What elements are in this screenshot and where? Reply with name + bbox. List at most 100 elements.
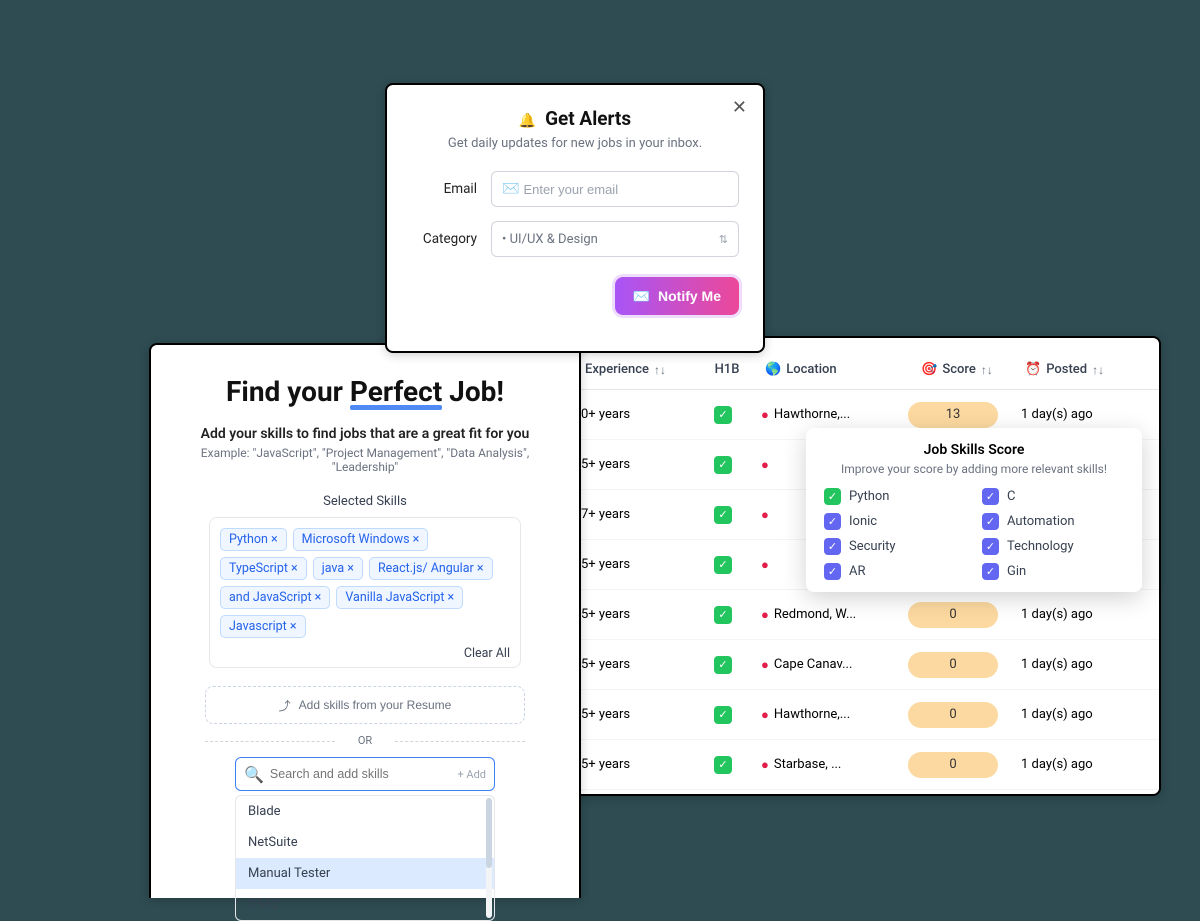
target-icon: 🎯 bbox=[921, 362, 937, 377]
cell-experience: 5+ years bbox=[573, 657, 693, 672]
col-score[interactable]: 🎯 Score ↑↓ bbox=[897, 362, 1017, 377]
skill-checkbox-item[interactable]: ✓Technology bbox=[982, 538, 1124, 555]
checkbox-icon: ✓ bbox=[824, 563, 841, 580]
cell-location: ●Cape Canav... bbox=[753, 657, 893, 673]
check-icon: ✓ bbox=[714, 406, 732, 424]
pin-icon: ● bbox=[761, 657, 769, 673]
skill-dropdown: BladeNetSuiteManual TesterCSS2 bbox=[235, 795, 495, 921]
close-icon[interactable]: ✕ bbox=[732, 97, 747, 118]
highlighted-word: Perfect bbox=[350, 375, 442, 408]
skill-checkbox-item[interactable]: ✓Gin bbox=[982, 563, 1124, 580]
panel-headline: Find your Perfect Job! bbox=[181, 375, 549, 408]
pin-icon: ● bbox=[761, 557, 769, 573]
popover-title: Job Skills Score bbox=[824, 442, 1124, 458]
check-icon: ✓ bbox=[714, 706, 732, 724]
cell-h1b: ✓ bbox=[693, 506, 753, 524]
checkbox-icon: ✓ bbox=[824, 538, 841, 555]
get-alerts-modal: ✕ 🔔 Get Alerts Get daily updates for new… bbox=[385, 83, 765, 353]
cell-posted: 1 day(s) ago bbox=[1013, 607, 1143, 622]
checkbox-icon: ✓ bbox=[982, 538, 999, 555]
category-label: Category bbox=[411, 231, 491, 247]
skill-chip[interactable]: and JavaScript × bbox=[220, 586, 330, 609]
cell-posted: 1 day(s) ago bbox=[1013, 407, 1143, 422]
cell-h1b: ✓ bbox=[693, 456, 753, 474]
skill-checkbox-item[interactable]: ✓Automation bbox=[982, 513, 1124, 530]
skill-checkbox-item[interactable]: ✓AR bbox=[824, 563, 966, 580]
skill-checkbox-item[interactable]: ✓Security bbox=[824, 538, 966, 555]
cell-experience: 5+ years bbox=[573, 557, 693, 572]
cell-experience: 5+ years bbox=[573, 707, 693, 722]
skill-chip[interactable]: Microsoft Windows × bbox=[293, 528, 429, 551]
chevrons-icon: ⇅ bbox=[719, 233, 728, 246]
sort-icon: ↑↓ bbox=[981, 363, 993, 377]
table-row[interactable]: 5+ years✓●Starbase, ...01 day(s) ago bbox=[573, 740, 1159, 790]
cell-score: 0 bbox=[893, 602, 1013, 628]
cell-experience: 5+ years bbox=[573, 757, 693, 772]
cell-location: ●Starbase, ... bbox=[753, 757, 893, 773]
skill-chip[interactable]: java × bbox=[313, 557, 363, 580]
col-posted[interactable]: ⏰ Posted ↑↓ bbox=[1017, 362, 1147, 377]
email-field[interactable]: ✉️ bbox=[491, 171, 739, 207]
pin-icon: ● bbox=[761, 707, 769, 723]
dropdown-item[interactable]: Manual Tester bbox=[236, 858, 494, 889]
category-select[interactable]: • UI/UX & Design ⇅ bbox=[491, 221, 739, 257]
skill-search[interactable]: 🔍 + Add bbox=[235, 757, 495, 791]
cell-h1b: ✓ bbox=[693, 556, 753, 574]
score-pill: 0 bbox=[908, 652, 998, 678]
skill-chip[interactable]: Vanilla JavaScript × bbox=[336, 586, 463, 609]
cell-h1b: ✓ bbox=[693, 406, 753, 424]
mail-icon: ✉️ bbox=[502, 181, 519, 197]
globe-icon: 🌎 bbox=[765, 362, 781, 377]
skill-search-input[interactable] bbox=[270, 767, 458, 781]
or-separator: OR bbox=[205, 734, 525, 747]
col-location[interactable]: 🌎 Location bbox=[757, 362, 897, 377]
checkbox-icon: ✓ bbox=[824, 513, 841, 530]
dropdown-item[interactable]: Blade bbox=[236, 796, 494, 827]
checkbox-icon: ✓ bbox=[824, 488, 841, 505]
dropdown-item[interactable]: CSS2 bbox=[236, 889, 494, 920]
checkbox-icon: ✓ bbox=[982, 488, 999, 505]
skill-checkbox-item[interactable]: ✓Python bbox=[824, 488, 966, 505]
check-icon: ✓ bbox=[714, 506, 732, 524]
bell-icon: 🔔 bbox=[519, 113, 536, 129]
popover-subtitle: Improve your score by adding more releva… bbox=[824, 462, 1124, 476]
panel-example: Example: "JavaScript", "Project Manageme… bbox=[181, 446, 549, 474]
cell-posted: 1 day(s) ago bbox=[1013, 707, 1143, 722]
table-row[interactable]: 5+ years✓●Hawthorne,...01 day(s) ago bbox=[573, 690, 1159, 740]
skill-checkbox-item[interactable]: ✓Ionic bbox=[824, 513, 966, 530]
alerts-title: 🔔 Get Alerts bbox=[411, 107, 739, 130]
panel-subtitle: Add your skills to find jobs that are a … bbox=[181, 426, 549, 442]
score-pill: 0 bbox=[908, 752, 998, 778]
pin-icon: ● bbox=[761, 457, 769, 473]
find-job-panel: Find your Perfect Job! Add your skills t… bbox=[149, 343, 581, 898]
skill-checkbox-item[interactable]: ✓C bbox=[982, 488, 1124, 505]
skill-chip[interactable]: React.js/ Angular × bbox=[369, 557, 493, 580]
cell-experience: 5+ years bbox=[573, 607, 693, 622]
table-row[interactable]: 5+ years✓●Redmond, W...01 day(s) ago bbox=[573, 590, 1159, 640]
table-row[interactable]: 5+ years✓●Cape Canav...01 day(s) ago bbox=[573, 640, 1159, 690]
col-experience[interactable]: Experience ↑↓ bbox=[577, 362, 697, 377]
cell-posted: 1 day(s) ago bbox=[1013, 757, 1143, 772]
notify-button[interactable]: ✉️ Notify Me bbox=[615, 277, 739, 315]
check-icon: ✓ bbox=[714, 556, 732, 574]
col-h1b[interactable]: H1B bbox=[697, 362, 757, 377]
clock-icon: ⏰ bbox=[1025, 362, 1041, 377]
pin-icon: ● bbox=[761, 507, 769, 523]
add-button[interactable]: + Add bbox=[457, 768, 486, 781]
skill-chip[interactable]: Python × bbox=[220, 528, 287, 551]
skill-chip[interactable]: Javascript × bbox=[220, 615, 306, 638]
pin-icon: ● bbox=[761, 407, 769, 423]
skill-chip[interactable]: TypeScript × bbox=[220, 557, 307, 580]
check-icon: ✓ bbox=[714, 656, 732, 674]
email-input[interactable] bbox=[523, 182, 728, 197]
cell-score: 0 bbox=[893, 702, 1013, 728]
dropdown-item[interactable]: NetSuite bbox=[236, 827, 494, 858]
scrollbar[interactable] bbox=[486, 798, 492, 918]
alerts-subtitle: Get daily updates for new jobs in your i… bbox=[411, 136, 739, 151]
clear-all-button[interactable]: Clear All bbox=[220, 646, 510, 661]
cell-h1b: ✓ bbox=[693, 706, 753, 724]
selected-skills-label: Selected Skills bbox=[181, 494, 549, 509]
add-from-resume-button[interactable]: ⤴ Add skills from your Resume bbox=[205, 686, 525, 724]
mail-icon: ✉️ bbox=[633, 288, 650, 304]
search-icon: 🔍 bbox=[244, 765, 264, 784]
